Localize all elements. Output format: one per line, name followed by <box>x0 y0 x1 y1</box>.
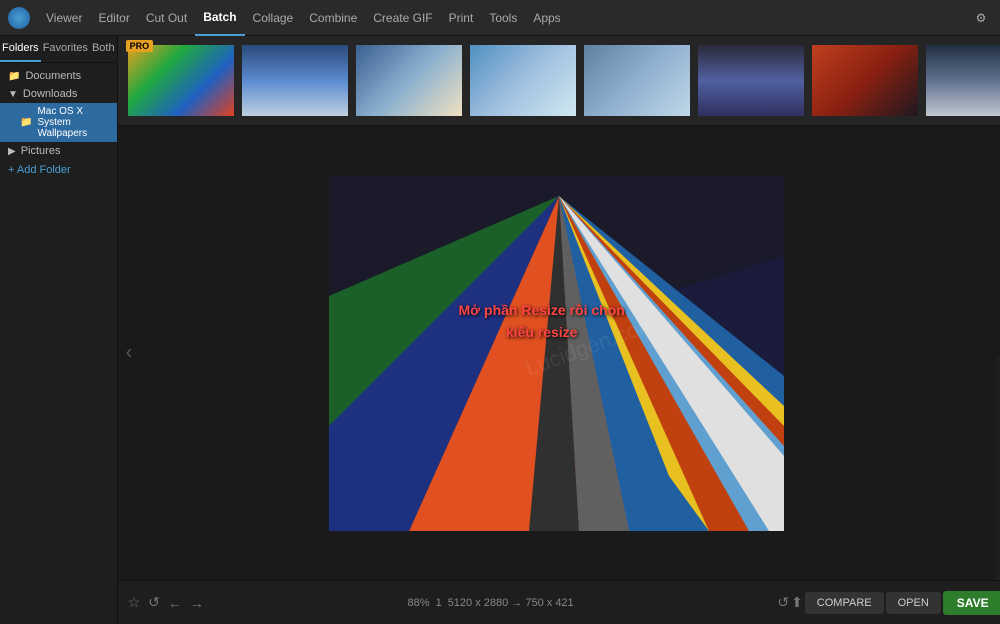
save-button[interactable]: SAVE <box>943 591 1000 615</box>
thumb-item-4[interactable] <box>468 43 578 118</box>
filmstrip-grid: 5120x288005-0pcf...jpg <box>996 127 1000 356</box>
share-icon[interactable]: ⬆ <box>791 594 803 611</box>
compare-button[interactable]: COMPARE <box>805 592 884 614</box>
reset-icon[interactable]: ↺ <box>777 594 789 611</box>
zoom-info: 88% 1 5120 x 2880 → 750 x 421 <box>408 597 574 609</box>
thumb-item-6[interactable] <box>696 43 806 118</box>
left-sidebar: Folders Favorites Both 📁 Documents ▼ Dow… <box>0 36 118 624</box>
prev-nav-left[interactable]: ‹ <box>118 334 141 373</box>
nav-batch[interactable]: Batch <box>195 0 244 36</box>
filmstrip: 5120x288005-0pcf...jpg <box>996 126 1000 356</box>
top-nav: Viewer Editor Cut Out Batch Collage Comb… <box>0 0 1000 36</box>
thumbnail-strip: PRO <box>118 36 1000 126</box>
thumb-item-1[interactable] <box>126 43 236 118</box>
bottom-actions: ↺ ⬆ COMPARE OPEN SAVE ··· <box>777 591 1000 615</box>
main-image: Lucidgen.com <box>329 176 784 531</box>
back-icon[interactable]: ← <box>168 595 182 611</box>
folder-downloads[interactable]: ▼ Downloads <box>0 85 117 103</box>
refresh-icon[interactable]: ↺ <box>148 594 160 611</box>
folder-wallpapers[interactable]: 📁 Mac OS X System Wallpapers <box>0 103 117 142</box>
nav-editor[interactable]: Editor <box>90 0 137 36</box>
nav-cutout[interactable]: Cut Out <box>138 0 195 36</box>
tab-both[interactable]: Both <box>90 36 117 62</box>
star-icon[interactable]: ☆ <box>128 594 141 611</box>
app-icon <box>8 7 30 29</box>
forward-icon[interactable]: → <box>190 595 204 611</box>
nav-print[interactable]: Print <box>441 0 482 36</box>
thumb-item-3[interactable] <box>354 43 464 118</box>
folder-list: 📁 Documents ▼ Downloads 📁 Mac OS X Syste… <box>0 63 117 624</box>
content-area: PRO ‹ <box>118 36 1000 624</box>
thumb-item-5[interactable] <box>582 43 692 118</box>
nav-gif[interactable]: Create GIF <box>365 0 440 36</box>
zoom-percent: 88% <box>408 597 430 609</box>
open-button[interactable]: OPEN <box>886 592 941 614</box>
folder-icon: 📁 <box>8 71 20 82</box>
bottom-bar: ☆ ↺ ← → 88% 1 5120 x 2880 → 750 x 421 ↺ … <box>118 580 1000 624</box>
thumb-item-7[interactable] <box>810 43 920 118</box>
folder-pictures[interactable]: ▶ Pictures <box>0 142 117 160</box>
settings-icon[interactable]: ⚙ <box>970 7 992 29</box>
tab-favorites[interactable]: Favorites <box>41 36 90 62</box>
pro-badge: PRO <box>126 40 154 52</box>
tab-folders[interactable]: Folders <box>0 36 41 62</box>
nav-apps[interactable]: Apps <box>525 0 568 36</box>
nav-viewer[interactable]: Viewer <box>38 0 90 36</box>
folder-documents[interactable]: 📁 Documents <box>0 67 117 85</box>
nav-combine[interactable]: Combine <box>301 0 365 36</box>
folder-expand-icon: ▼ <box>8 89 18 100</box>
thumb-item-8[interactable] <box>924 43 1000 118</box>
preview-area: ‹ <box>118 126 996 580</box>
folder-icon: ▶ <box>8 146 16 157</box>
thumb-item-2[interactable] <box>240 43 350 118</box>
preview-image: Lucidgen.com Mở phần Resize rồi chọnkiểu… <box>329 176 784 531</box>
bottom-icons: ☆ ↺ ← → <box>128 594 204 611</box>
nav-collage[interactable]: Collage <box>245 0 302 36</box>
folder-icon: 📁 <box>20 117 32 128</box>
main-layout: Folders Favorites Both 📁 Documents ▼ Dow… <box>0 36 1000 624</box>
dimensions-info: 5120 x 2880 → 750 x 421 <box>448 597 574 609</box>
page-number: 1 <box>436 597 442 609</box>
add-folder-button[interactable]: + Add Folder <box>0 160 117 180</box>
nav-tools[interactable]: Tools <box>481 0 525 36</box>
sidebar-tabs: Folders Favorites Both <box>0 36 117 63</box>
